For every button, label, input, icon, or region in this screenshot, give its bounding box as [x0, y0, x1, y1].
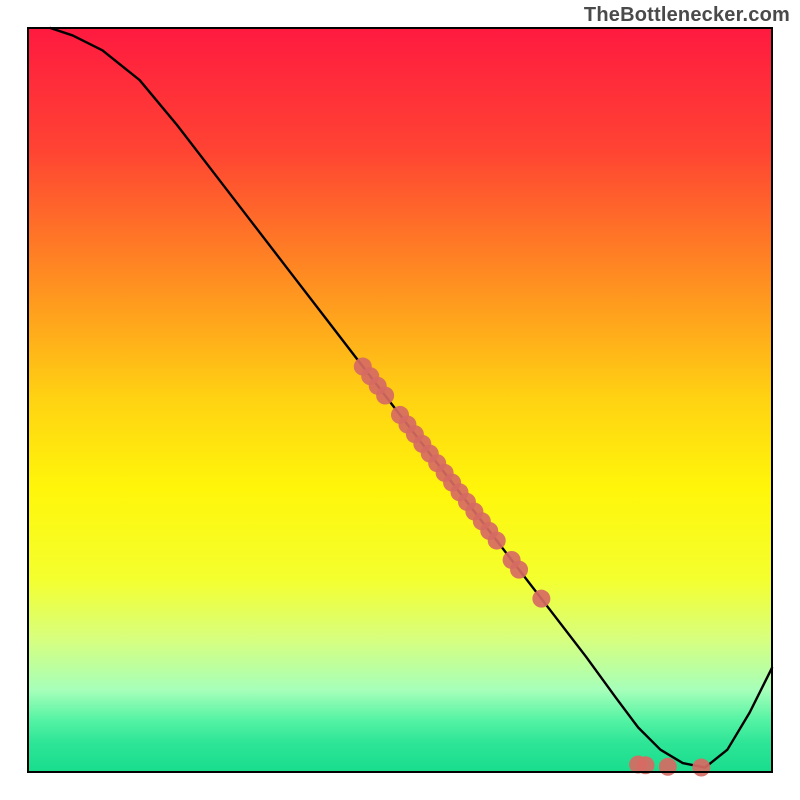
bottleneck-chart: [0, 0, 800, 800]
data-point: [488, 532, 506, 550]
data-point: [510, 561, 528, 579]
data-point: [659, 758, 677, 776]
data-point: [376, 387, 394, 405]
chart-container: TheBottlenecker.com: [0, 0, 800, 800]
chart-gradient-bg: [28, 28, 772, 772]
data-point: [692, 759, 710, 777]
data-point: [532, 590, 550, 608]
watermark-text: TheBottlenecker.com: [584, 4, 790, 27]
